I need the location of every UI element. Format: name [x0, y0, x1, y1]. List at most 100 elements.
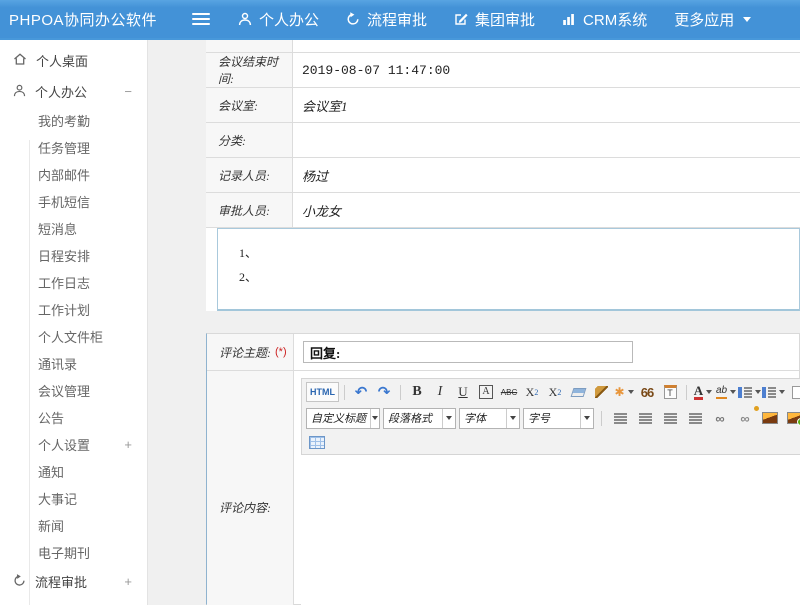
sidebar-item-meeting-management[interactable]: 会议管理 [0, 377, 147, 404]
justify-button[interactable] [684, 408, 706, 428]
insert-table-button[interactable] [306, 433, 328, 453]
blank-page-icon [792, 386, 800, 399]
field-label: 会议室: [206, 88, 293, 122]
caret-down-icon [779, 390, 785, 394]
sidebar-item-notice[interactable]: 通知 [0, 458, 147, 485]
superscript-button[interactable]: X2 [521, 382, 543, 402]
person-icon [13, 84, 26, 100]
custom-heading-select[interactable]: 自定义标题 [306, 408, 380, 429]
sidebar-item-workflow-approval[interactable]: 流程审批 + [0, 566, 147, 597]
nav-workflow-approval[interactable]: 流程审批 [346, 9, 427, 30]
field-value: 2019-08-07 11:47:00 [302, 63, 450, 78]
caret-down-icon [370, 409, 379, 428]
eraser-icon[interactable] [567, 382, 589, 402]
section-gap [206, 311, 800, 333]
sidebar-item-personal-settings[interactable]: 个人设置 + [0, 431, 147, 458]
caret-down-icon [628, 390, 634, 394]
rich-text-editor: HTML ↶ ↷ B I U A ABC X2 X2 [294, 371, 800, 605]
sidebar-item-personal-file-cabinet[interactable]: 个人文件柜 [0, 323, 147, 350]
toolbar-row-1: HTML ↶ ↷ B I U A ABC X2 X2 [306, 380, 800, 404]
sidebar-item-announcement[interactable]: 公告 [0, 404, 147, 431]
meeting-notes-box: 1、 2、 [217, 228, 800, 311]
editor-content[interactable] [301, 455, 800, 605]
image-icon [762, 412, 778, 424]
sidebar-item-memorabilia[interactable]: 大事记 [0, 485, 147, 512]
font-size-select[interactable]: 字号 [523, 408, 594, 429]
comment-content-row: 评论内容: HTML ↶ ↷ B I U A A [207, 371, 799, 605]
table-row [206, 40, 800, 53]
sidebar-item-news[interactable]: 新闻 [0, 512, 147, 539]
expand-icon[interactable]: + [124, 437, 132, 452]
justify-icon [689, 413, 702, 424]
sidebar-item-my-attendance[interactable]: 我的考勤 [0, 107, 147, 134]
note-line: 1、 [239, 241, 799, 265]
collapse-icon[interactable]: − [124, 84, 132, 99]
sidebar-item-task-management[interactable]: 任务管理 [0, 134, 147, 161]
strikethrough-button[interactable]: ABC [498, 382, 520, 402]
comment-subject-row: 评论主题: (*) [207, 334, 799, 371]
ordered-list-button[interactable] [738, 382, 761, 402]
ordered-list-icon [738, 387, 752, 398]
nav-group-approval[interactable]: 集团审批 [454, 9, 535, 30]
content-area: 会议结束时间: 2019-08-07 11:47:00 会议室: 会议室1 分类… [148, 40, 800, 605]
italic-button[interactable]: I [429, 382, 451, 402]
undo-icon[interactable]: ↶ [350, 382, 372, 402]
sidebar-item-contacts[interactable]: 通讯录 [0, 350, 147, 377]
toolbar-row-3 [306, 432, 800, 453]
font-style-button[interactable]: A [475, 382, 497, 402]
home-icon [13, 52, 27, 69]
sidebar-item-work-plan[interactable]: 工作计划 [0, 296, 147, 323]
sidebar-item-personal-office[interactable]: 个人办公 − [0, 76, 147, 107]
font-color-button[interactable]: A [692, 382, 714, 402]
field-label: 评论主题: (*) [207, 334, 294, 370]
caret-down-icon [755, 390, 761, 394]
blockquote-button[interactable]: 66 [636, 382, 658, 402]
comment-subject-input[interactable] [303, 341, 633, 363]
subscript-button[interactable]: X2 [544, 382, 566, 402]
table-grid-icon [309, 436, 325, 449]
flow-cycle-icon [13, 574, 26, 590]
caret-down-icon [442, 409, 455, 428]
align-center-button[interactable] [634, 408, 656, 428]
underline-button[interactable]: U [452, 382, 474, 402]
new-document-button[interactable] [786, 382, 800, 402]
nav-crm-system[interactable]: CRM系统 [562, 9, 647, 30]
expand-icon[interactable]: + [124, 574, 132, 589]
upload-image-button[interactable] [784, 408, 800, 428]
sidebar-item-e-journal[interactable]: 电子期刊 [0, 539, 147, 566]
html-source-button[interactable]: HTML [306, 382, 339, 402]
highlight-button[interactable]: ab [715, 382, 737, 402]
unordered-list-button[interactable] [762, 382, 785, 402]
person-icon [238, 12, 252, 26]
menu-toggle-icon[interactable] [192, 13, 210, 25]
meeting-end-time-row: 会议结束时间: 2019-08-07 11:47:00 [206, 53, 800, 88]
remove-link-button[interactable]: ∞ [734, 408, 756, 428]
sidebar-item-short-message[interactable]: 短消息 [0, 215, 147, 242]
meeting-detail-table: 会议结束时间: 2019-08-07 11:47:00 会议室: 会议室1 分类… [206, 40, 800, 311]
align-right-button[interactable] [659, 408, 681, 428]
sidebar-item-work-log[interactable]: 工作日志 [0, 269, 147, 296]
sidebar-item-schedule[interactable]: 日程安排 [0, 242, 147, 269]
field-label: 评论内容: [207, 371, 294, 605]
paste-text-button[interactable]: T [659, 382, 681, 402]
insert-link-button[interactable]: ∞ [709, 408, 731, 428]
sidebar-item-mobile-sms[interactable]: 手机短信 [0, 188, 147, 215]
bold-button[interactable]: B [406, 382, 428, 402]
redo-icon[interactable]: ↷ [373, 382, 395, 402]
main-nav: 个人办公 流程审批 集团审批 CRM系统 更多应用 [238, 9, 751, 30]
field-label: 记录人员: [206, 158, 293, 192]
format-brush-icon[interactable] [590, 382, 612, 402]
auto-format-wand-button[interactable]: ✱ [613, 382, 635, 402]
field-value: 杨过 [302, 166, 328, 185]
font-family-select[interactable]: 字体 [459, 408, 520, 429]
nav-more-apps[interactable]: 更多应用 [674, 9, 751, 30]
insert-image-button[interactable] [759, 408, 781, 428]
sidebar-item-internal-mail[interactable]: 内部邮件 [0, 161, 147, 188]
paragraph-format-select[interactable]: 段落格式 [383, 408, 456, 429]
nav-personal-office[interactable]: 个人办公 [238, 9, 319, 30]
sidebar-item-personal-desktop[interactable]: 个人桌面 [0, 45, 147, 76]
caret-down-icon [506, 409, 519, 428]
align-left-button[interactable] [609, 408, 631, 428]
align-left-icon [614, 413, 627, 424]
align-right-icon [664, 413, 677, 424]
